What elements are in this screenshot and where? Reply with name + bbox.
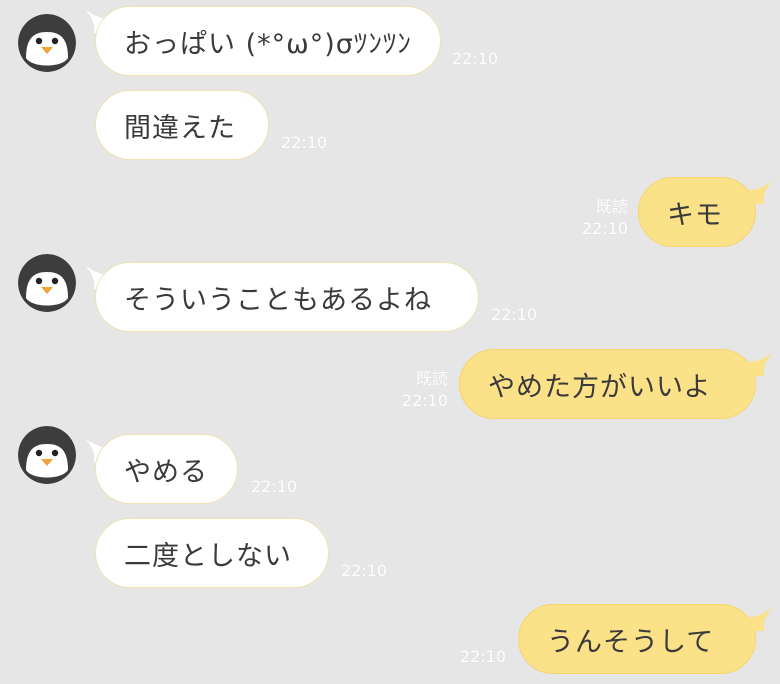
message-text: やめる — [124, 456, 208, 488]
message-meta: 既読 22:10 — [560, 196, 628, 240]
bubble-tail — [748, 605, 776, 631]
bubble-tail — [748, 178, 776, 204]
message-time: 22:10 — [581, 219, 628, 238]
message-time: 22:10 — [459, 647, 506, 666]
message-time: 22:10 — [251, 477, 298, 496]
read-receipt: 既読 — [595, 197, 628, 216]
message-time: 22:10 — [401, 391, 448, 410]
message-text: うんそうして — [547, 626, 715, 658]
message-text: やめた方がいいよ — [488, 371, 712, 403]
message-text: 間違えた — [124, 112, 236, 144]
message-bubble[interactable]: おっぱい (*°ω°)σﾂﾝﾂﾝ — [95, 6, 441, 76]
message-meta: 22:10 — [341, 560, 387, 582]
read-receipt: 既読 — [415, 369, 448, 388]
message-text: キモ — [667, 199, 723, 231]
penguin-icon — [18, 14, 76, 72]
avatar[interactable] — [18, 426, 76, 484]
message-bubble[interactable]: うんそうして — [518, 604, 756, 674]
message-text: 二度としない — [124, 540, 292, 572]
message-text: そういうこともあるよね — [124, 284, 432, 316]
avatar[interactable] — [18, 254, 76, 312]
message-meta: 既読 22:10 — [380, 368, 448, 412]
message-bubble[interactable]: キモ — [638, 177, 756, 247]
message-bubble[interactable]: 二度としない — [95, 518, 329, 588]
message-time: 22:10 — [452, 49, 499, 68]
message-meta: 22:10 — [438, 646, 506, 668]
message-meta: 22:10 — [281, 132, 327, 154]
message-time: 22:10 — [491, 305, 538, 324]
avatar[interactable] — [18, 14, 76, 72]
chat-message-list: おっぱい (*°ω°)σﾂﾝﾂﾝ 22:10 間違えた 22:10 既読 22:… — [0, 0, 780, 684]
message-time: 22:10 — [341, 561, 388, 580]
penguin-icon — [18, 426, 76, 484]
message-meta: 22:10 — [251, 476, 297, 498]
message-bubble[interactable]: 間違えた — [95, 90, 269, 160]
message-time: 22:10 — [281, 133, 328, 152]
penguin-icon — [18, 254, 76, 312]
message-bubble[interactable]: そういうこともあるよね — [95, 262, 479, 332]
message-bubble[interactable]: やめる — [95, 434, 238, 504]
message-meta: 22:10 — [491, 304, 537, 326]
message-bubble[interactable]: やめた方がいいよ — [459, 349, 756, 419]
bubble-tail — [748, 350, 776, 376]
message-text: おっぱい (*°ω°)σﾂﾝﾂﾝ — [124, 28, 412, 60]
message-meta: 22:10 — [452, 48, 498, 70]
